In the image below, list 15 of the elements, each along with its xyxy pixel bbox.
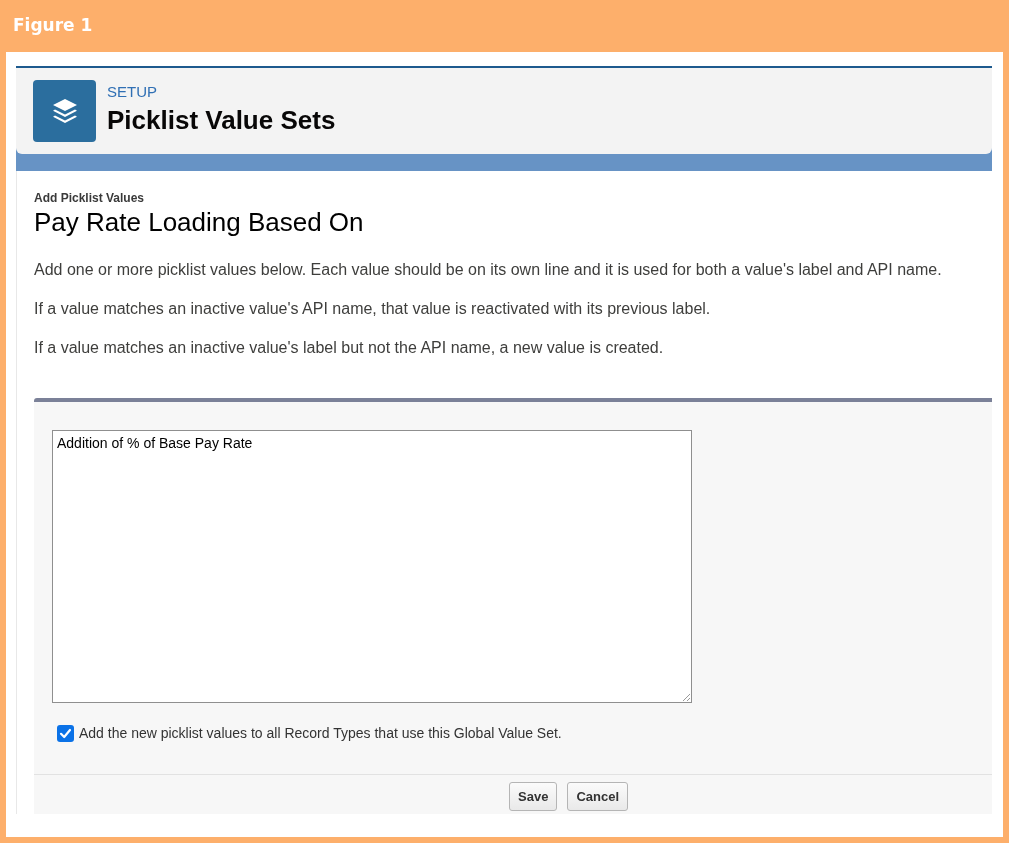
instruction-text: Add one or more picklist values below. Each value should be on its own line and it is used for both a value's label and API name. <box>34 260 943 280</box>
section-label: Add Picklist Values <box>34 191 146 205</box>
figure-title: Figure 1 <box>13 15 93 37</box>
checkbox-label: Add the new picklist values to all Record Types that use this Global Value Set. <box>79 724 562 743</box>
instruction-text: If a value matches an inactive value's label but not the API name, a new value is created. <box>34 338 665 358</box>
cancel-button[interactable]: Cancel <box>567 782 628 811</box>
page-title: Pay Rate Loading Based On <box>34 207 365 237</box>
resize-grip-icon[interactable] <box>682 693 690 701</box>
header-title: Picklist Value Sets <box>107 105 336 135</box>
layers-icon <box>33 80 96 142</box>
instruction-text: If a value matches an inactive value's API name, that value is reactivated with its previous label. <box>34 299 712 319</box>
save-button[interactable]: Save <box>509 782 558 811</box>
values-textarea[interactable]: Addition of % of Base Pay Rate <box>52 430 692 703</box>
checkbox[interactable] <box>57 724 74 742</box>
header-eyebrow: SETUP <box>107 83 158 101</box>
